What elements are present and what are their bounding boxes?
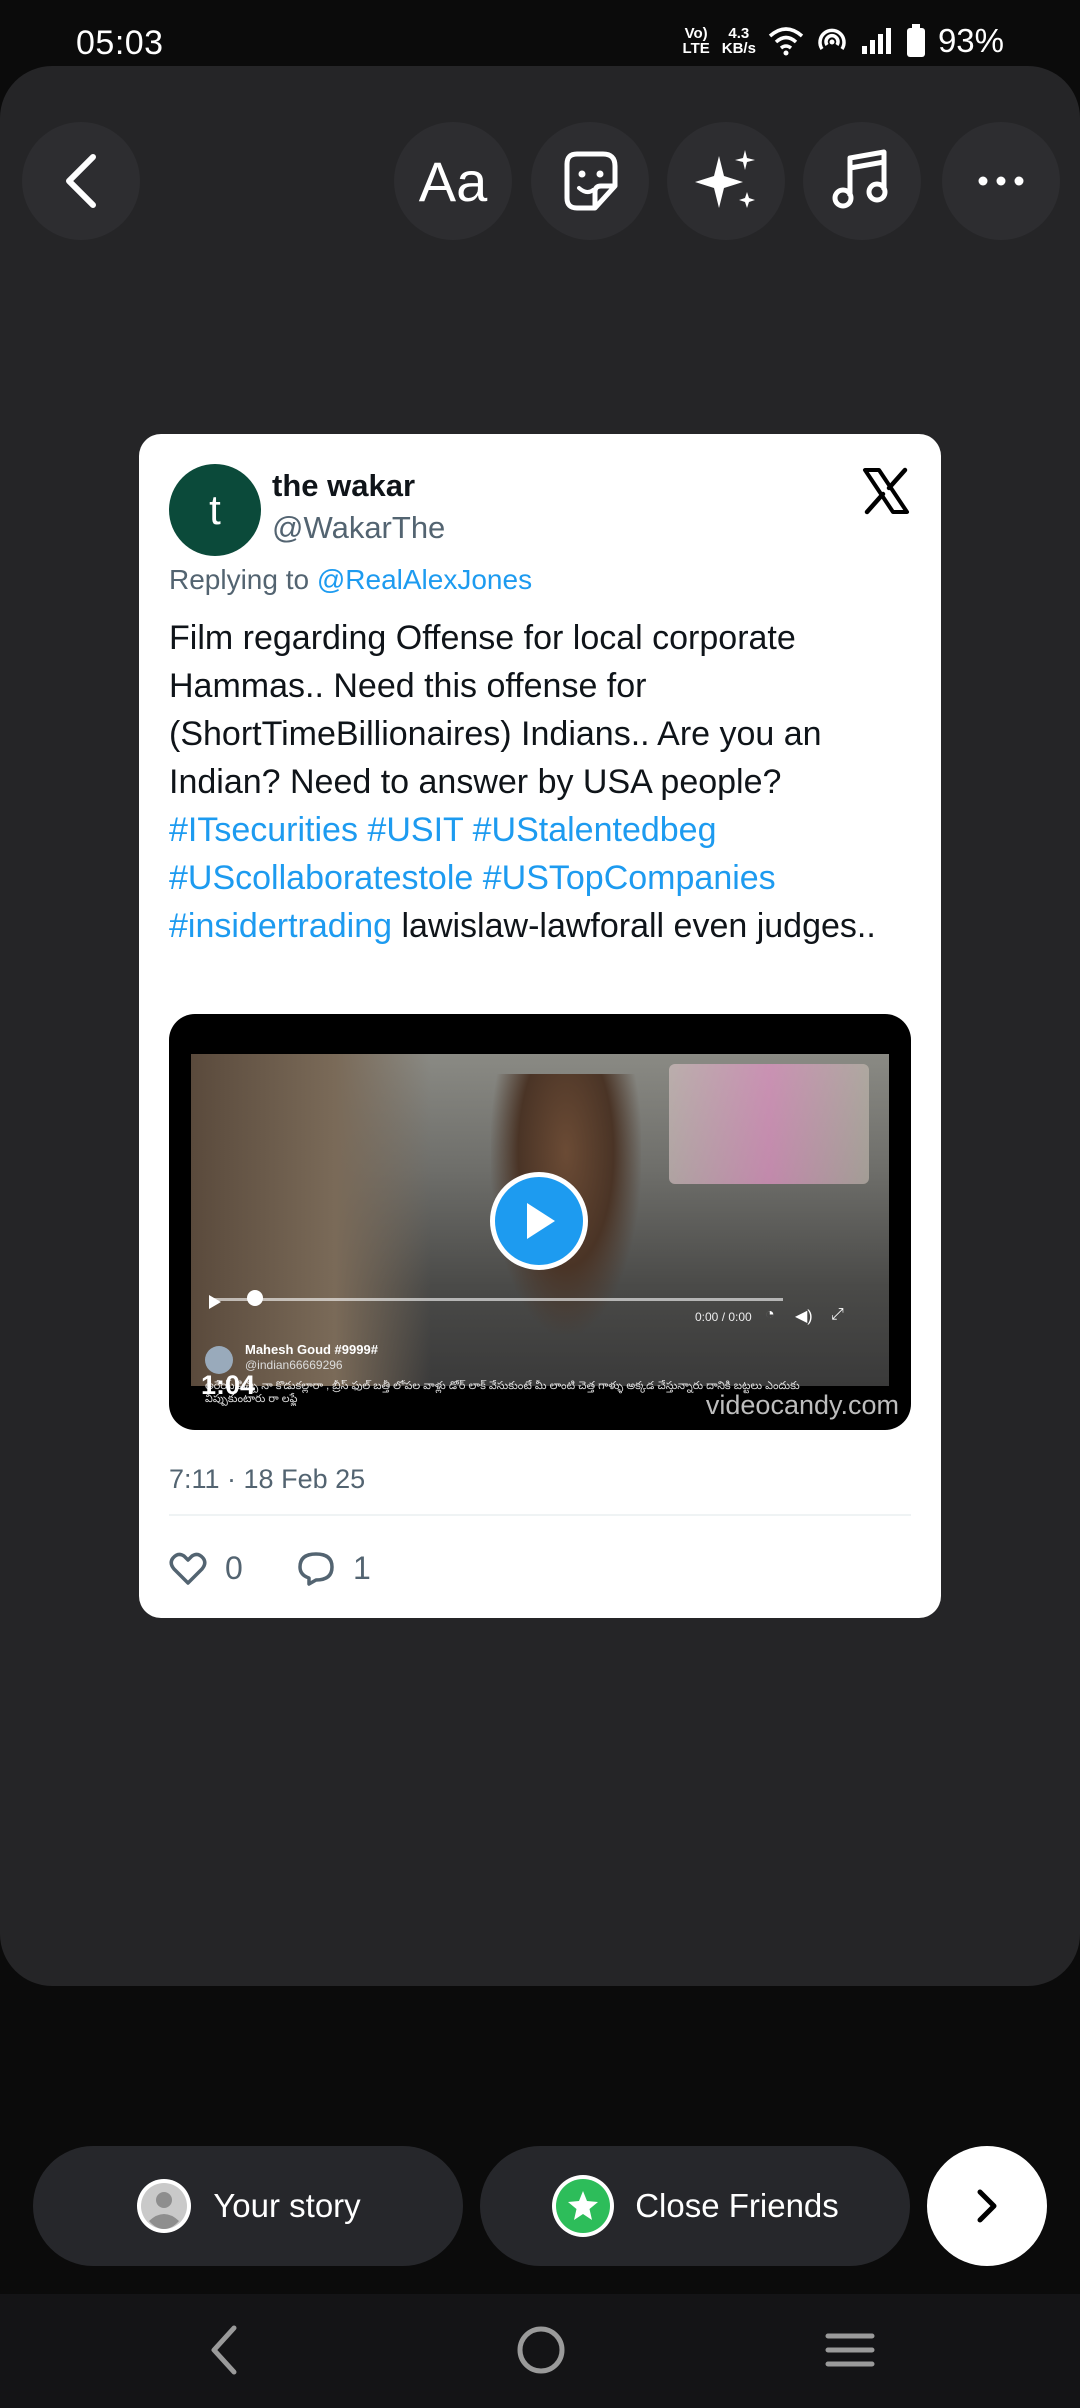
user-avatar-icon (137, 2179, 192, 2233)
reply-bubble-icon (298, 1551, 334, 1586)
wifi-icon (768, 27, 804, 56)
battery-icon (906, 24, 925, 57)
hashtag[interactable]: #UScollaboratestole (169, 859, 473, 897)
hotspot-icon (818, 28, 846, 50)
status-bar: 05:03 Vo) LTE 4.3 KB/s 93% (0, 0, 1080, 66)
signal-icon (861, 28, 891, 54)
divider (169, 1514, 911, 1516)
nav-back-icon[interactable] (206, 2322, 242, 2378)
star-badge-icon (552, 2175, 615, 2237)
close-friends-label: Close Friends (635, 2187, 839, 2224)
hashtag[interactable]: #USTopCompanies (483, 859, 776, 897)
tweet-timestamp: 7:11 · 18 Feb 25 (169, 1464, 366, 1494)
video-player-time: 0:00 / 0:00 (695, 1310, 752, 1324)
reply-metric[interactable]: 1 (297, 1550, 371, 1587)
sticker-icon (564, 151, 618, 211)
more-options-button[interactable] (942, 122, 1060, 240)
system-nav-bar (0, 2294, 1080, 2408)
author-handle: @WakarThe (272, 510, 446, 545)
play-button[interactable] (490, 1172, 588, 1270)
your-story-label: Your story (213, 2187, 361, 2224)
author-name: the wakar (272, 468, 416, 503)
nav-recents-icon[interactable] (824, 2322, 876, 2378)
video-progress-bar[interactable] (213, 1298, 783, 1301)
embedded-user-name: Mahesh Goud #9999# (245, 1342, 378, 1357)
heart-icon (169, 1552, 207, 1585)
embedded-user-handle: @indian66669296 (245, 1358, 343, 1372)
network-type: Vo) LTE (682, 25, 710, 57)
like-metric[interactable]: 0 (169, 1550, 243, 1587)
tweet-card[interactable]: t the wakar @WakarThe Replying to @RealA… (139, 434, 941, 1618)
hashtag[interactable]: #ITsecurities (169, 811, 358, 849)
fullscreen-icon[interactable]: ⤢ (831, 1306, 844, 1324)
sticker-button[interactable] (531, 122, 649, 240)
speed-icon[interactable]: ◔ (765, 1306, 775, 1324)
back-arrow-icon (66, 154, 96, 208)
next-button[interactable] (927, 2146, 1047, 2266)
avatar: t (169, 464, 261, 556)
tweet-video[interactable]: 0:00 / 0:00 ◔ ◀) ⤢ Mahesh Goud #9999# @i… (169, 1014, 911, 1430)
replying-to-link[interactable]: @RealAlexJones (317, 564, 532, 595)
hashtag[interactable]: #insidertrading (169, 907, 392, 945)
video-scene (191, 1054, 431, 1386)
effects-button[interactable] (667, 122, 785, 240)
effects-sparkle-icon (695, 150, 755, 208)
reply-count: 1 (353, 1550, 371, 1586)
hashtag[interactable]: #UStalentedbeg (473, 811, 717, 849)
status-icons: Vo) LTE 4.3 KB/s 93% (683, 22, 1004, 60)
play-icon (527, 1203, 555, 1239)
music-note-icon (832, 149, 888, 209)
close-friends-button[interactable]: Close Friends (480, 2146, 910, 2266)
status-time: 05:03 (76, 24, 164, 62)
nav-home-icon[interactable] (514, 2322, 568, 2378)
tweet-text: Film regarding Offense for local corpora… (169, 619, 876, 945)
hashtag[interactable]: #USIT (367, 811, 463, 849)
x-logo-icon (863, 467, 909, 515)
more-dots-icon (978, 176, 1024, 186)
play-small-icon (209, 1295, 221, 1309)
video-duration: 1:04 (201, 1370, 256, 1400)
volume-icon[interactable]: ◀) (795, 1306, 813, 1326)
chevron-right-icon (977, 2189, 997, 2223)
replying-to: Replying to @RealAlexJones (169, 564, 533, 595)
video-scrubber[interactable] (247, 1290, 263, 1306)
text-tool-button[interactable]: Aa (394, 122, 512, 240)
video-watermark: videocandy.com (705, 1390, 899, 1420)
back-button[interactable] (22, 122, 140, 240)
music-button[interactable] (803, 122, 921, 240)
your-story-button[interactable]: Your story (33, 2146, 463, 2266)
story-editor-canvas: Aa t the wakar @WakarThe Replying to @Re… (0, 66, 1080, 1986)
video-scene (669, 1064, 869, 1184)
network-speed: 4.3 KB/s (721, 25, 756, 57)
like-count: 0 (225, 1550, 243, 1586)
text-tool-label: Aa (418, 149, 488, 213)
battery-percent: 93% (937, 22, 1004, 59)
